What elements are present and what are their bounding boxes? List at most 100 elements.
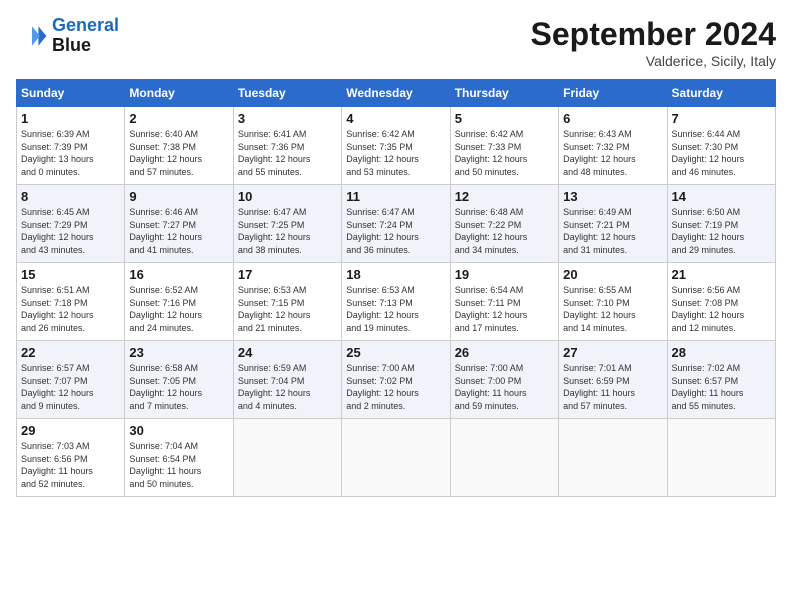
day-number: 8 xyxy=(21,189,120,204)
day-number: 6 xyxy=(563,111,662,126)
day-detail: Sunrise: 6:45 AMSunset: 7:29 PMDaylight:… xyxy=(21,207,94,255)
day-number: 23 xyxy=(129,345,228,360)
table-cell: 30 Sunrise: 7:04 AMSunset: 6:54 PMDayligh… xyxy=(125,419,233,497)
calendar-table: Sunday Monday Tuesday Wednesday Thursday… xyxy=(16,79,776,497)
calendar-row: 15 Sunrise: 6:51 AMSunset: 7:18 PMDayligh… xyxy=(17,263,776,341)
calendar-row: 8 Sunrise: 6:45 AMSunset: 7:29 PMDaylight… xyxy=(17,185,776,263)
calendar-row: 1 Sunrise: 6:39 AMSunset: 7:39 PMDaylight… xyxy=(17,107,776,185)
day-detail: Sunrise: 6:47 AMSunset: 7:24 PMDaylight:… xyxy=(346,207,419,255)
day-detail: Sunrise: 7:04 AMSunset: 6:54 PMDaylight:… xyxy=(129,441,201,489)
table-cell: 28 Sunrise: 7:02 AMSunset: 6:57 PMDayligh… xyxy=(667,341,775,419)
day-detail: Sunrise: 6:53 AMSunset: 7:13 PMDaylight:… xyxy=(346,285,419,333)
day-detail: Sunrise: 6:41 AMSunset: 7:36 PMDaylight:… xyxy=(238,129,311,177)
day-number: 10 xyxy=(238,189,337,204)
table-cell: 11 Sunrise: 6:47 AMSunset: 7:24 PMDayligh… xyxy=(342,185,450,263)
header-thursday: Thursday xyxy=(450,80,558,107)
header-sunday: Sunday xyxy=(17,80,125,107)
day-number: 2 xyxy=(129,111,228,126)
day-detail: Sunrise: 6:53 AMSunset: 7:15 PMDaylight:… xyxy=(238,285,311,333)
table-cell: 26 Sunrise: 7:00 AMSunset: 7:00 PMDayligh… xyxy=(450,341,558,419)
table-cell: 21 Sunrise: 6:56 AMSunset: 7:08 PMDayligh… xyxy=(667,263,775,341)
table-cell: 10 Sunrise: 6:47 AMSunset: 7:25 PMDayligh… xyxy=(233,185,341,263)
day-number: 9 xyxy=(129,189,228,204)
header-tuesday: Tuesday xyxy=(233,80,341,107)
logo: General Blue xyxy=(16,16,119,56)
table-cell xyxy=(667,419,775,497)
table-cell: 22 Sunrise: 6:57 AMSunset: 7:07 PMDayligh… xyxy=(17,341,125,419)
table-cell: 29 Sunrise: 7:03 AMSunset: 6:56 PMDayligh… xyxy=(17,419,125,497)
day-detail: Sunrise: 7:03 AMSunset: 6:56 PMDaylight:… xyxy=(21,441,93,489)
day-detail: Sunrise: 6:54 AMSunset: 7:11 PMDaylight:… xyxy=(455,285,528,333)
day-detail: Sunrise: 6:48 AMSunset: 7:22 PMDaylight:… xyxy=(455,207,528,255)
table-cell: 14 Sunrise: 6:50 AMSunset: 7:19 PMDayligh… xyxy=(667,185,775,263)
table-cell: 1 Sunrise: 6:39 AMSunset: 7:39 PMDaylight… xyxy=(17,107,125,185)
day-detail: Sunrise: 7:01 AMSunset: 6:59 PMDaylight:… xyxy=(563,363,635,411)
table-cell: 25Sunrise: 7:00 AMSunset: 7:02 PMDayligh… xyxy=(342,341,450,419)
day-detail: Sunrise: 6:56 AMSunset: 7:08 PMDaylight:… xyxy=(672,285,745,333)
day-number: 17 xyxy=(238,267,337,282)
table-cell: 17 Sunrise: 6:53 AMSunset: 7:15 PMDayligh… xyxy=(233,263,341,341)
day-number: 14 xyxy=(672,189,771,204)
table-cell: 2 Sunrise: 6:40 AMSunset: 7:38 PMDaylight… xyxy=(125,107,233,185)
day-number: 28 xyxy=(672,345,771,360)
table-cell: 16 Sunrise: 6:52 AMSunset: 7:16 PMDayligh… xyxy=(125,263,233,341)
day-detail: Sunrise: 6:52 AMSunset: 7:16 PMDaylight:… xyxy=(129,285,202,333)
table-cell: 19 Sunrise: 6:54 AMSunset: 7:11 PMDayligh… xyxy=(450,263,558,341)
table-cell xyxy=(559,419,667,497)
table-cell: 23 Sunrise: 6:58 AMSunset: 7:05 PMDayligh… xyxy=(125,341,233,419)
table-cell: 3 Sunrise: 6:41 AMSunset: 7:36 PMDaylight… xyxy=(233,107,341,185)
table-cell xyxy=(450,419,558,497)
day-number: 3 xyxy=(238,111,337,126)
day-number: 29 xyxy=(21,423,120,438)
day-detail: Sunrise: 6:50 AMSunset: 7:19 PMDaylight:… xyxy=(672,207,745,255)
day-detail: Sunrise: 7:00 AMSunset: 7:00 PMDaylight:… xyxy=(455,363,527,411)
day-detail: Sunrise: 6:57 AMSunset: 7:07 PMDaylight:… xyxy=(21,363,94,411)
table-cell: 12 Sunrise: 6:48 AMSunset: 7:22 PMDayligh… xyxy=(450,185,558,263)
day-number: 22 xyxy=(21,345,120,360)
day-detail: Sunrise: 6:49 AMSunset: 7:21 PMDaylight:… xyxy=(563,207,636,255)
table-cell: 18Sunrise: 6:53 AMSunset: 7:13 PMDayligh… xyxy=(342,263,450,341)
table-cell: 20Sunrise: 6:55 AMSunset: 7:10 PMDayligh… xyxy=(559,263,667,341)
day-detail: Sunrise: 6:39 AMSunset: 7:39 PMDaylight:… xyxy=(21,129,94,177)
title-block: September 2024 Valderice, Sicily, Italy xyxy=(531,16,776,69)
table-cell: 13 Sunrise: 6:49 AMSunset: 7:21 PMDayligh… xyxy=(559,185,667,263)
table-cell: 9 Sunrise: 6:46 AMSunset: 7:27 PMDaylight… xyxy=(125,185,233,263)
logo-text: General Blue xyxy=(52,16,119,56)
day-detail: Sunrise: 6:42 AMSunset: 7:35 PMDaylight:… xyxy=(346,129,419,177)
day-detail: Sunrise: 6:58 AMSunset: 7:05 PMDaylight:… xyxy=(129,363,202,411)
header-monday: Monday xyxy=(125,80,233,107)
calendar-row: 29 Sunrise: 7:03 AMSunset: 6:56 PMDayligh… xyxy=(17,419,776,497)
day-detail: Sunrise: 7:02 AMSunset: 6:57 PMDaylight:… xyxy=(672,363,744,411)
day-detail: Sunrise: 6:46 AMSunset: 7:27 PMDaylight:… xyxy=(129,207,202,255)
location: Valderice, Sicily, Italy xyxy=(531,53,776,69)
table-cell: 24Sunrise: 6:59 AMSunset: 7:04 PMDayligh… xyxy=(233,341,341,419)
day-detail: Sunrise: 6:59 AMSunset: 7:04 PMDaylight:… xyxy=(238,363,311,411)
header-friday: Friday xyxy=(559,80,667,107)
day-number: 11 xyxy=(346,189,445,204)
table-cell: 8 Sunrise: 6:45 AMSunset: 7:29 PMDaylight… xyxy=(17,185,125,263)
table-cell: 4Sunrise: 6:42 AMSunset: 7:35 PMDaylight… xyxy=(342,107,450,185)
day-number: 13 xyxy=(563,189,662,204)
header-saturday: Saturday xyxy=(667,80,775,107)
day-number: 12 xyxy=(455,189,554,204)
day-detail: Sunrise: 6:40 AMSunset: 7:38 PMDaylight:… xyxy=(129,129,202,177)
weekday-header-row: Sunday Monday Tuesday Wednesday Thursday… xyxy=(17,80,776,107)
day-detail: Sunrise: 6:47 AMSunset: 7:25 PMDaylight:… xyxy=(238,207,311,255)
day-detail: Sunrise: 7:00 AMSunset: 7:02 PMDaylight:… xyxy=(346,363,419,411)
day-number: 16 xyxy=(129,267,228,282)
page: General Blue September 2024 Valderice, S… xyxy=(0,0,792,612)
day-number: 21 xyxy=(672,267,771,282)
day-detail: Sunrise: 6:43 AMSunset: 7:32 PMDaylight:… xyxy=(563,129,636,177)
day-number: 19 xyxy=(455,267,554,282)
day-detail: Sunrise: 6:55 AMSunset: 7:10 PMDaylight:… xyxy=(563,285,636,333)
day-detail: Sunrise: 6:51 AMSunset: 7:18 PMDaylight:… xyxy=(21,285,94,333)
header: General Blue September 2024 Valderice, S… xyxy=(16,16,776,69)
day-number: 15 xyxy=(21,267,120,282)
day-number: 1 xyxy=(21,111,120,126)
month-title: September 2024 xyxy=(531,16,776,53)
day-number: 30 xyxy=(129,423,228,438)
header-wednesday: Wednesday xyxy=(342,80,450,107)
day-number: 26 xyxy=(455,345,554,360)
calendar-row: 22 Sunrise: 6:57 AMSunset: 7:07 PMDayligh… xyxy=(17,341,776,419)
table-cell: 27Sunrise: 7:01 AMSunset: 6:59 PMDayligh… xyxy=(559,341,667,419)
